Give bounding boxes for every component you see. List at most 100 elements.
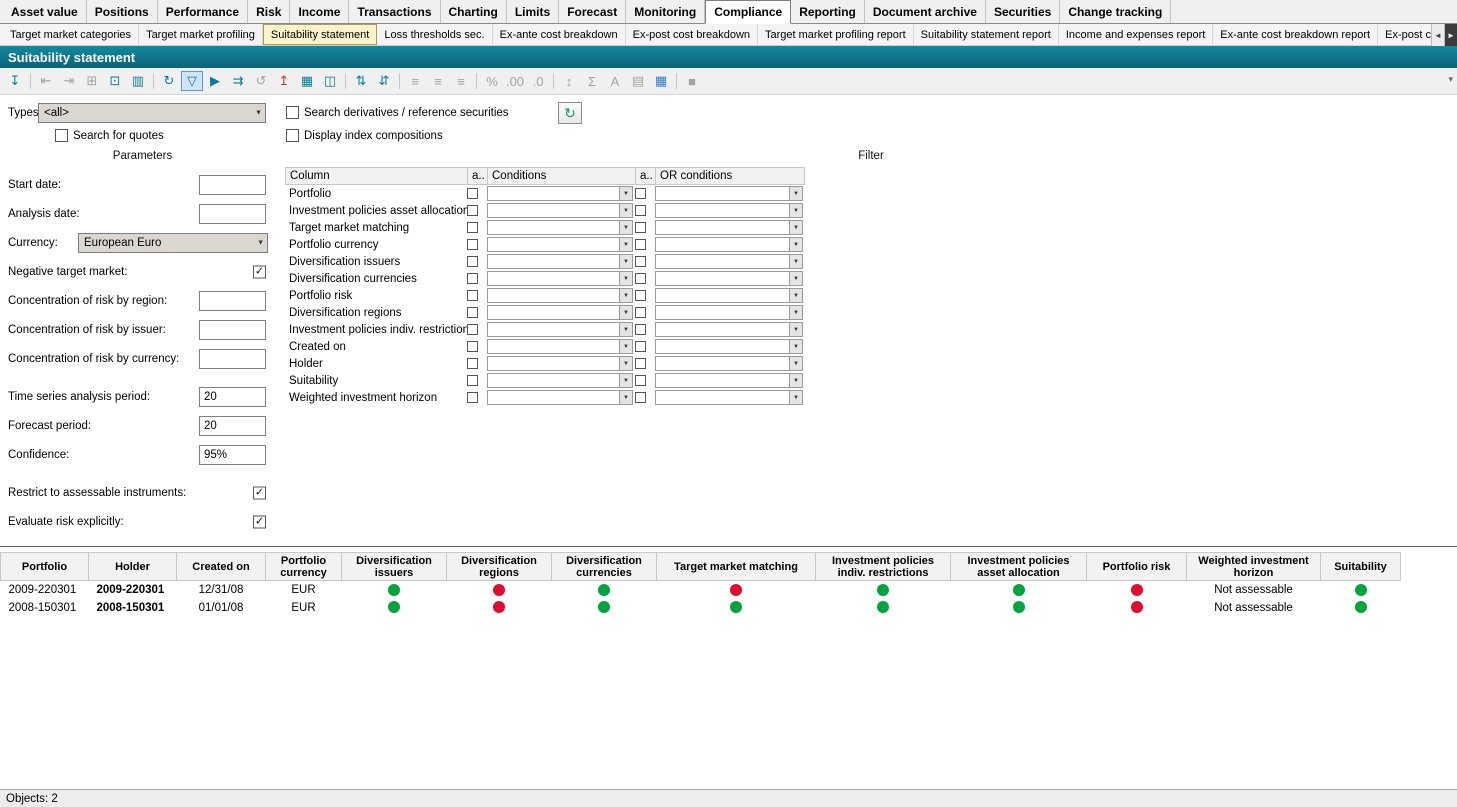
filter-and-checkbox[interactable] bbox=[467, 188, 478, 199]
menu-tab[interactable]: Income bbox=[290, 0, 349, 23]
menu-tab[interactable]: Document archive bbox=[865, 0, 986, 23]
copy-view-icon[interactable]: ◫ bbox=[319, 71, 341, 91]
filter-or-checkbox[interactable] bbox=[635, 222, 646, 233]
filter-or-checkbox[interactable] bbox=[635, 307, 646, 318]
sub-tab[interactable]: Suitability statement bbox=[263, 24, 377, 45]
sub-tab[interactable]: Ex-ante cost breakdown report bbox=[1213, 24, 1378, 45]
filter-and2-header[interactable]: a.. bbox=[636, 168, 656, 184]
condition-select[interactable]: ▼ bbox=[487, 373, 633, 388]
filter-and-header[interactable]: a.. bbox=[468, 168, 488, 184]
run-all-icon[interactable]: ⇉ bbox=[227, 71, 249, 91]
condition-select[interactable]: ▼ bbox=[487, 288, 633, 303]
condition-select[interactable]: ▼ bbox=[487, 186, 633, 201]
sub-tab[interactable]: Ex-ante cost breakdown bbox=[493, 24, 626, 45]
menu-tab[interactable]: Reporting bbox=[791, 0, 865, 23]
or-condition-select[interactable]: ▼ bbox=[655, 220, 803, 235]
results-column-header[interactable]: Investment policies asset allocation bbox=[951, 553, 1087, 581]
parameter-input[interactable] bbox=[199, 387, 266, 407]
filter-and-checkbox[interactable] bbox=[467, 324, 478, 335]
parameter-input[interactable] bbox=[199, 320, 266, 340]
filter-and-checkbox[interactable] bbox=[467, 222, 478, 233]
sub-tab[interactable]: Income and expenses report bbox=[1059, 24, 1213, 45]
parameter-checkbox[interactable] bbox=[253, 265, 266, 278]
filter-or-header[interactable]: OR conditions bbox=[656, 168, 806, 184]
filter-and-checkbox[interactable] bbox=[467, 273, 478, 284]
results-column-header[interactable]: Portfolio currency bbox=[266, 553, 342, 581]
results-column-header[interactable]: Diversification regions bbox=[447, 553, 552, 581]
parameter-input[interactable] bbox=[199, 291, 266, 311]
parameter-input[interactable] bbox=[199, 349, 266, 369]
condition-select[interactable]: ▼ bbox=[487, 237, 633, 252]
results-row[interactable]: 2009-2203012009-22030112/31/08EURNot ass… bbox=[1, 581, 1401, 599]
filter-or-checkbox[interactable] bbox=[635, 341, 646, 352]
sub-tab[interactable]: Loss thresholds sec. bbox=[377, 24, 492, 45]
filter-or-checkbox[interactable] bbox=[635, 273, 646, 284]
chart-icon[interactable]: ▦ bbox=[650, 71, 672, 91]
filter-and-checkbox[interactable] bbox=[467, 358, 478, 369]
menu-tab[interactable]: Compliance bbox=[705, 0, 791, 24]
results-column-header[interactable]: Holder bbox=[89, 553, 177, 581]
filter-and-checkbox[interactable] bbox=[467, 239, 478, 250]
filter-and-checkbox[interactable] bbox=[467, 256, 478, 267]
run-icon[interactable]: ▶ bbox=[204, 71, 226, 91]
results-column-header[interactable]: Investment policies indiv. restrictions bbox=[816, 553, 951, 581]
sub-tab[interactable]: Ex-post cost breakdown bbox=[626, 24, 758, 45]
filter-or-checkbox[interactable] bbox=[635, 375, 646, 386]
menu-tab[interactable]: Performance bbox=[158, 0, 248, 23]
or-condition-select[interactable]: ▼ bbox=[655, 186, 803, 201]
export-report-icon[interactable]: ↥ bbox=[273, 71, 295, 91]
condition-select[interactable]: ▼ bbox=[487, 271, 633, 286]
filter-or-checkbox[interactable] bbox=[635, 205, 646, 216]
or-condition-select[interactable]: ▼ bbox=[655, 305, 803, 320]
sort-ascending-icon[interactable]: ⇅ bbox=[350, 71, 372, 91]
sort-descending-icon[interactable]: ⇵ bbox=[373, 71, 395, 91]
condition-select[interactable]: ▼ bbox=[487, 339, 633, 354]
menu-tab[interactable]: Securities bbox=[986, 0, 1060, 23]
filter-and-checkbox[interactable] bbox=[467, 392, 478, 403]
scroll-right-icon[interactable]: ► bbox=[1444, 24, 1457, 46]
or-condition-select[interactable]: ▼ bbox=[655, 339, 803, 354]
or-condition-select[interactable]: ▼ bbox=[655, 373, 803, 388]
data-grid-icon[interactable]: ▦ bbox=[296, 71, 318, 91]
or-condition-select[interactable]: ▼ bbox=[655, 237, 803, 252]
types-select[interactable]: <all> ▼ bbox=[38, 103, 266, 123]
save-view-icon[interactable]: ⊡ bbox=[104, 71, 126, 91]
condition-select[interactable]: ▼ bbox=[487, 203, 633, 218]
or-condition-select[interactable]: ▼ bbox=[655, 390, 803, 405]
filter-or-checkbox[interactable] bbox=[635, 392, 646, 403]
filter-conditions-header[interactable]: Conditions bbox=[488, 168, 636, 184]
menu-tab[interactable]: Limits bbox=[507, 0, 559, 23]
column-chooser-icon[interactable]: ▥ bbox=[127, 71, 149, 91]
or-condition-select[interactable]: ▼ bbox=[655, 288, 803, 303]
filter-or-checkbox[interactable] bbox=[635, 290, 646, 301]
menu-tab[interactable]: Transactions bbox=[349, 0, 440, 23]
parameter-input[interactable] bbox=[199, 204, 266, 224]
sub-tab[interactable]: Target market categories bbox=[3, 24, 139, 45]
menu-tab[interactable]: Asset value bbox=[3, 0, 87, 23]
condition-select[interactable]: ▼ bbox=[487, 322, 633, 337]
filter-or-checkbox[interactable] bbox=[635, 188, 646, 199]
menu-tab[interactable]: Charting bbox=[441, 0, 507, 23]
parameter-input[interactable] bbox=[199, 175, 266, 195]
menu-tab[interactable]: Positions bbox=[87, 0, 158, 23]
parameter-select[interactable]: European Euro ▼ bbox=[78, 233, 268, 253]
results-column-header[interactable]: Target market matching bbox=[657, 553, 816, 581]
condition-select[interactable]: ▼ bbox=[487, 305, 633, 320]
condition-select[interactable]: ▼ bbox=[487, 220, 633, 235]
sub-tab[interactable]: Target market profiling bbox=[139, 24, 263, 45]
filter-and-checkbox[interactable] bbox=[467, 205, 478, 216]
results-row[interactable]: 2008-1503012008-15030101/01/08EURNot ass… bbox=[1, 599, 1401, 617]
parameter-input[interactable] bbox=[199, 445, 266, 465]
filter-column-header[interactable]: Column bbox=[286, 168, 468, 184]
results-column-header[interactable]: Portfolio risk bbox=[1087, 553, 1187, 581]
filter-icon[interactable]: ▽ bbox=[181, 71, 203, 91]
toolbar-overflow-icon[interactable]: ▾ bbox=[1448, 74, 1453, 85]
results-column-header[interactable]: Created on bbox=[177, 553, 266, 581]
filter-and-checkbox[interactable] bbox=[467, 341, 478, 352]
condition-select[interactable]: ▼ bbox=[487, 390, 633, 405]
condition-select[interactable]: ▼ bbox=[487, 356, 633, 371]
filter-and-checkbox[interactable] bbox=[467, 375, 478, 386]
refresh-icon[interactable]: ↻ bbox=[158, 71, 180, 91]
results-column-header[interactable]: Diversification currencies bbox=[552, 553, 657, 581]
filter-and-checkbox[interactable] bbox=[467, 307, 478, 318]
